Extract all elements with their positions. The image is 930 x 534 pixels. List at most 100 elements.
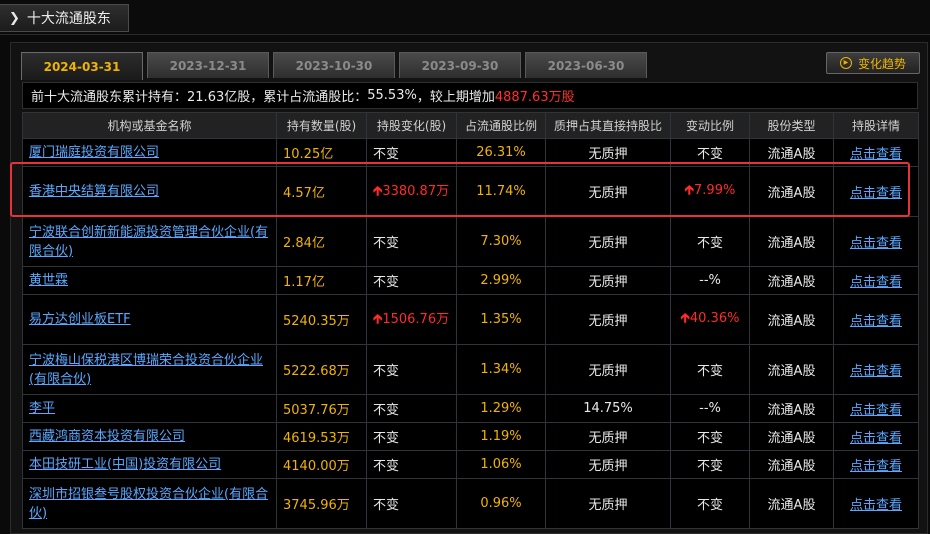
holder-name-link[interactable]: 易方达创业板ETF bbox=[29, 310, 131, 329]
share-type-cell: 流通A股 bbox=[749, 138, 834, 167]
column-header[interactable]: 持股详情 bbox=[833, 112, 919, 139]
table-body: 厦门瑞庭投资有限公司 10.25亿 不变 26.31% 无质押 不变 流通A股 点击查看 香港中… bbox=[22, 138, 919, 529]
detail-cell: 点击查看 bbox=[833, 450, 919, 479]
holder-name-link[interactable]: 宁波联合创新新能源投资管理合伙企业(有限合伙) bbox=[29, 223, 270, 261]
share-type-cell: 流通A股 bbox=[749, 394, 834, 423]
change-ratio-value: --% bbox=[699, 401, 721, 416]
share-type-cell: 流通A股 bbox=[749, 344, 834, 395]
detail-cell: 点击查看 bbox=[833, 394, 919, 423]
share-type-cell: 流通A股 bbox=[749, 422, 834, 451]
detail-link[interactable]: 点击查看 bbox=[850, 275, 902, 290]
holder-name-cell: 西藏鸿商资本投资有限公司 bbox=[22, 422, 277, 451]
pledge-cell: 无质押 bbox=[545, 344, 671, 395]
summary-ratio: 55.53% bbox=[367, 88, 417, 103]
holder-name-link[interactable]: 香港中央结算有限公司 bbox=[29, 182, 159, 201]
detail-link[interactable]: 点击查看 bbox=[850, 364, 902, 379]
holder-name-link[interactable]: 本田技研工业(中国)投资有限公司 bbox=[29, 455, 221, 474]
change-ratio-value: 不变 bbox=[696, 498, 723, 513]
tab-period-1[interactable]: 2023-12-31 bbox=[147, 52, 269, 78]
shares-cell: 2.84亿 bbox=[276, 216, 367, 267]
change-cell: 不变 bbox=[366, 216, 457, 267]
holder-name-cell: 宁波联合创新新能源投资管理合伙企业(有限合伙) bbox=[22, 216, 277, 267]
change-ratio-cell: --% bbox=[670, 394, 750, 423]
detail-cell: 点击查看 bbox=[833, 266, 919, 295]
shares-cell: 4.57亿 bbox=[276, 166, 367, 217]
pledge-cell: 14.75% bbox=[545, 394, 671, 423]
change-ratio-value: 不变 bbox=[696, 431, 723, 446]
change-cell: 不变 bbox=[366, 450, 457, 479]
pledge-cell: 无质押 bbox=[545, 422, 671, 451]
change-ratio-cell: --% bbox=[670, 266, 750, 295]
table-row: 本田技研工业(中国)投资有限公司 4140.00万 不变 1.06% 无质押 不变 流通A股… bbox=[22, 450, 919, 479]
detail-link[interactable]: 点击查看 bbox=[850, 403, 902, 418]
change-ratio-cell: 不变 bbox=[670, 216, 750, 267]
float-ratio-cell: 1.29% bbox=[456, 394, 546, 423]
holder-name-link[interactable]: 黄世霖 bbox=[29, 271, 68, 290]
shares-cell: 4140.00万 bbox=[276, 450, 367, 479]
holder-name-cell: 厦门瑞庭投资有限公司 bbox=[22, 138, 277, 167]
detail-link[interactable]: 点击查看 bbox=[850, 459, 902, 474]
holder-name-link[interactable]: 李平 bbox=[29, 399, 55, 418]
detail-cell: 点击查看 bbox=[833, 344, 919, 395]
table-row: 深圳市招银叁号股权投资合伙企业(有限合伙) 3745.96万 不变 0.96% 无质押不… bbox=[22, 478, 919, 529]
float-ratio-cell: 1.34% bbox=[456, 344, 546, 395]
detail-link[interactable]: 点击查看 bbox=[850, 186, 902, 201]
holder-name-link[interactable]: 宁波梅山保税港区博瑞荣合投资合伙企业(有限合伙) bbox=[29, 351, 270, 389]
tab-period-0[interactable]: 2024-03-31 bbox=[21, 52, 143, 80]
change-ratio-cell: 🡱40.36% bbox=[670, 294, 750, 345]
detail-link[interactable]: 点击查看 bbox=[850, 498, 902, 513]
holder-name-cell: 宁波梅山保税港区博瑞荣合投资合伙企业(有限合伙) bbox=[22, 344, 277, 395]
change-cell: 不变 bbox=[366, 394, 457, 423]
chevron-right-icon: ❯ bbox=[9, 10, 20, 26]
float-ratio-cell: 26.31% bbox=[456, 138, 546, 167]
arrow-up-icon: 🡱 bbox=[373, 183, 383, 199]
change-value: 不变 bbox=[373, 459, 400, 474]
column-header[interactable]: 质押占其直接持股比 bbox=[545, 112, 671, 139]
arrow-up-icon: 🡱 bbox=[680, 310, 690, 326]
detail-cell: 点击查看 bbox=[833, 138, 919, 167]
column-header[interactable]: 变动比例 bbox=[670, 112, 750, 139]
column-header[interactable]: 持有数量(股) bbox=[276, 112, 367, 139]
column-header[interactable]: 股份类型 bbox=[749, 112, 834, 139]
column-header[interactable]: 持股变化(股) bbox=[366, 112, 457, 139]
change-ratio-value: 7.99% bbox=[694, 182, 736, 198]
change-cell: 不变 bbox=[366, 478, 457, 529]
tab-period-3[interactable]: 2023-09-30 bbox=[399, 52, 521, 78]
pledge-cell: 无质押 bbox=[545, 138, 671, 167]
pledge-cell: 无质押 bbox=[545, 450, 671, 479]
change-ratio-cell: 🡱7.99% bbox=[670, 166, 750, 217]
holder-name-link[interactable]: 西藏鸿商资本投资有限公司 bbox=[29, 427, 185, 446]
shares-cell: 5240.35万 bbox=[276, 294, 367, 345]
change-ratio-value: --% bbox=[699, 273, 721, 288]
share-type-cell: 流通A股 bbox=[749, 166, 834, 217]
change-value: 不变 bbox=[373, 236, 400, 251]
detail-link[interactable]: 点击查看 bbox=[850, 147, 902, 162]
holder-name-cell: 李平 bbox=[22, 394, 277, 423]
change-ratio-cell: 不变 bbox=[670, 138, 750, 167]
summary-bar: 前十大流通股东累计持有： 21.63亿股 ，累计占流通股比： 55.53% ，较… bbox=[22, 82, 918, 109]
trend-button[interactable]: ▶ 变化趋势 bbox=[826, 52, 920, 74]
summary-total-shares: 21.63亿股 bbox=[187, 90, 251, 105]
holder-name-cell: 黄世霖 bbox=[22, 266, 277, 295]
section-tab[interactable]: ❯ 十大流通股东 bbox=[0, 4, 129, 32]
change-value: 3380.87万 bbox=[382, 183, 450, 199]
holder-name-link[interactable]: 厦门瑞庭投资有限公司 bbox=[29, 143, 159, 162]
detail-link[interactable]: 点击查看 bbox=[850, 314, 902, 329]
play-circle-icon: ▶ bbox=[839, 57, 852, 69]
detail-cell: 点击查看 bbox=[833, 422, 919, 451]
holder-name-link[interactable]: 深圳市招银叁号股权投资合伙企业(有限合伙) bbox=[29, 485, 270, 523]
column-header[interactable]: 机构或基金名称 bbox=[22, 112, 277, 139]
column-header[interactable]: 占流通股比例 bbox=[456, 112, 546, 139]
tab-period-4[interactable]: 2023-06-30 bbox=[525, 52, 647, 78]
float-ratio-cell: 0.96% bbox=[456, 478, 546, 529]
table-row: 宁波联合创新新能源投资管理合伙企业(有限合伙) 2.84亿 不变 7.30% 无质押 不变… bbox=[22, 216, 919, 267]
detail-cell: 点击查看 bbox=[833, 216, 919, 267]
tab-period-2[interactable]: 2023-10-30 bbox=[273, 52, 395, 78]
detail-link[interactable]: 点击查看 bbox=[850, 236, 902, 251]
float-ratio-cell: 11.74% bbox=[456, 166, 546, 217]
pledge-cell: 无质押 bbox=[545, 216, 671, 267]
float-ratio-cell: 1.35% bbox=[456, 294, 546, 345]
pledge-cell: 无质押 bbox=[545, 478, 671, 529]
detail-link[interactable]: 点击查看 bbox=[850, 431, 902, 446]
arrow-up-icon: 🡱 bbox=[373, 311, 383, 327]
